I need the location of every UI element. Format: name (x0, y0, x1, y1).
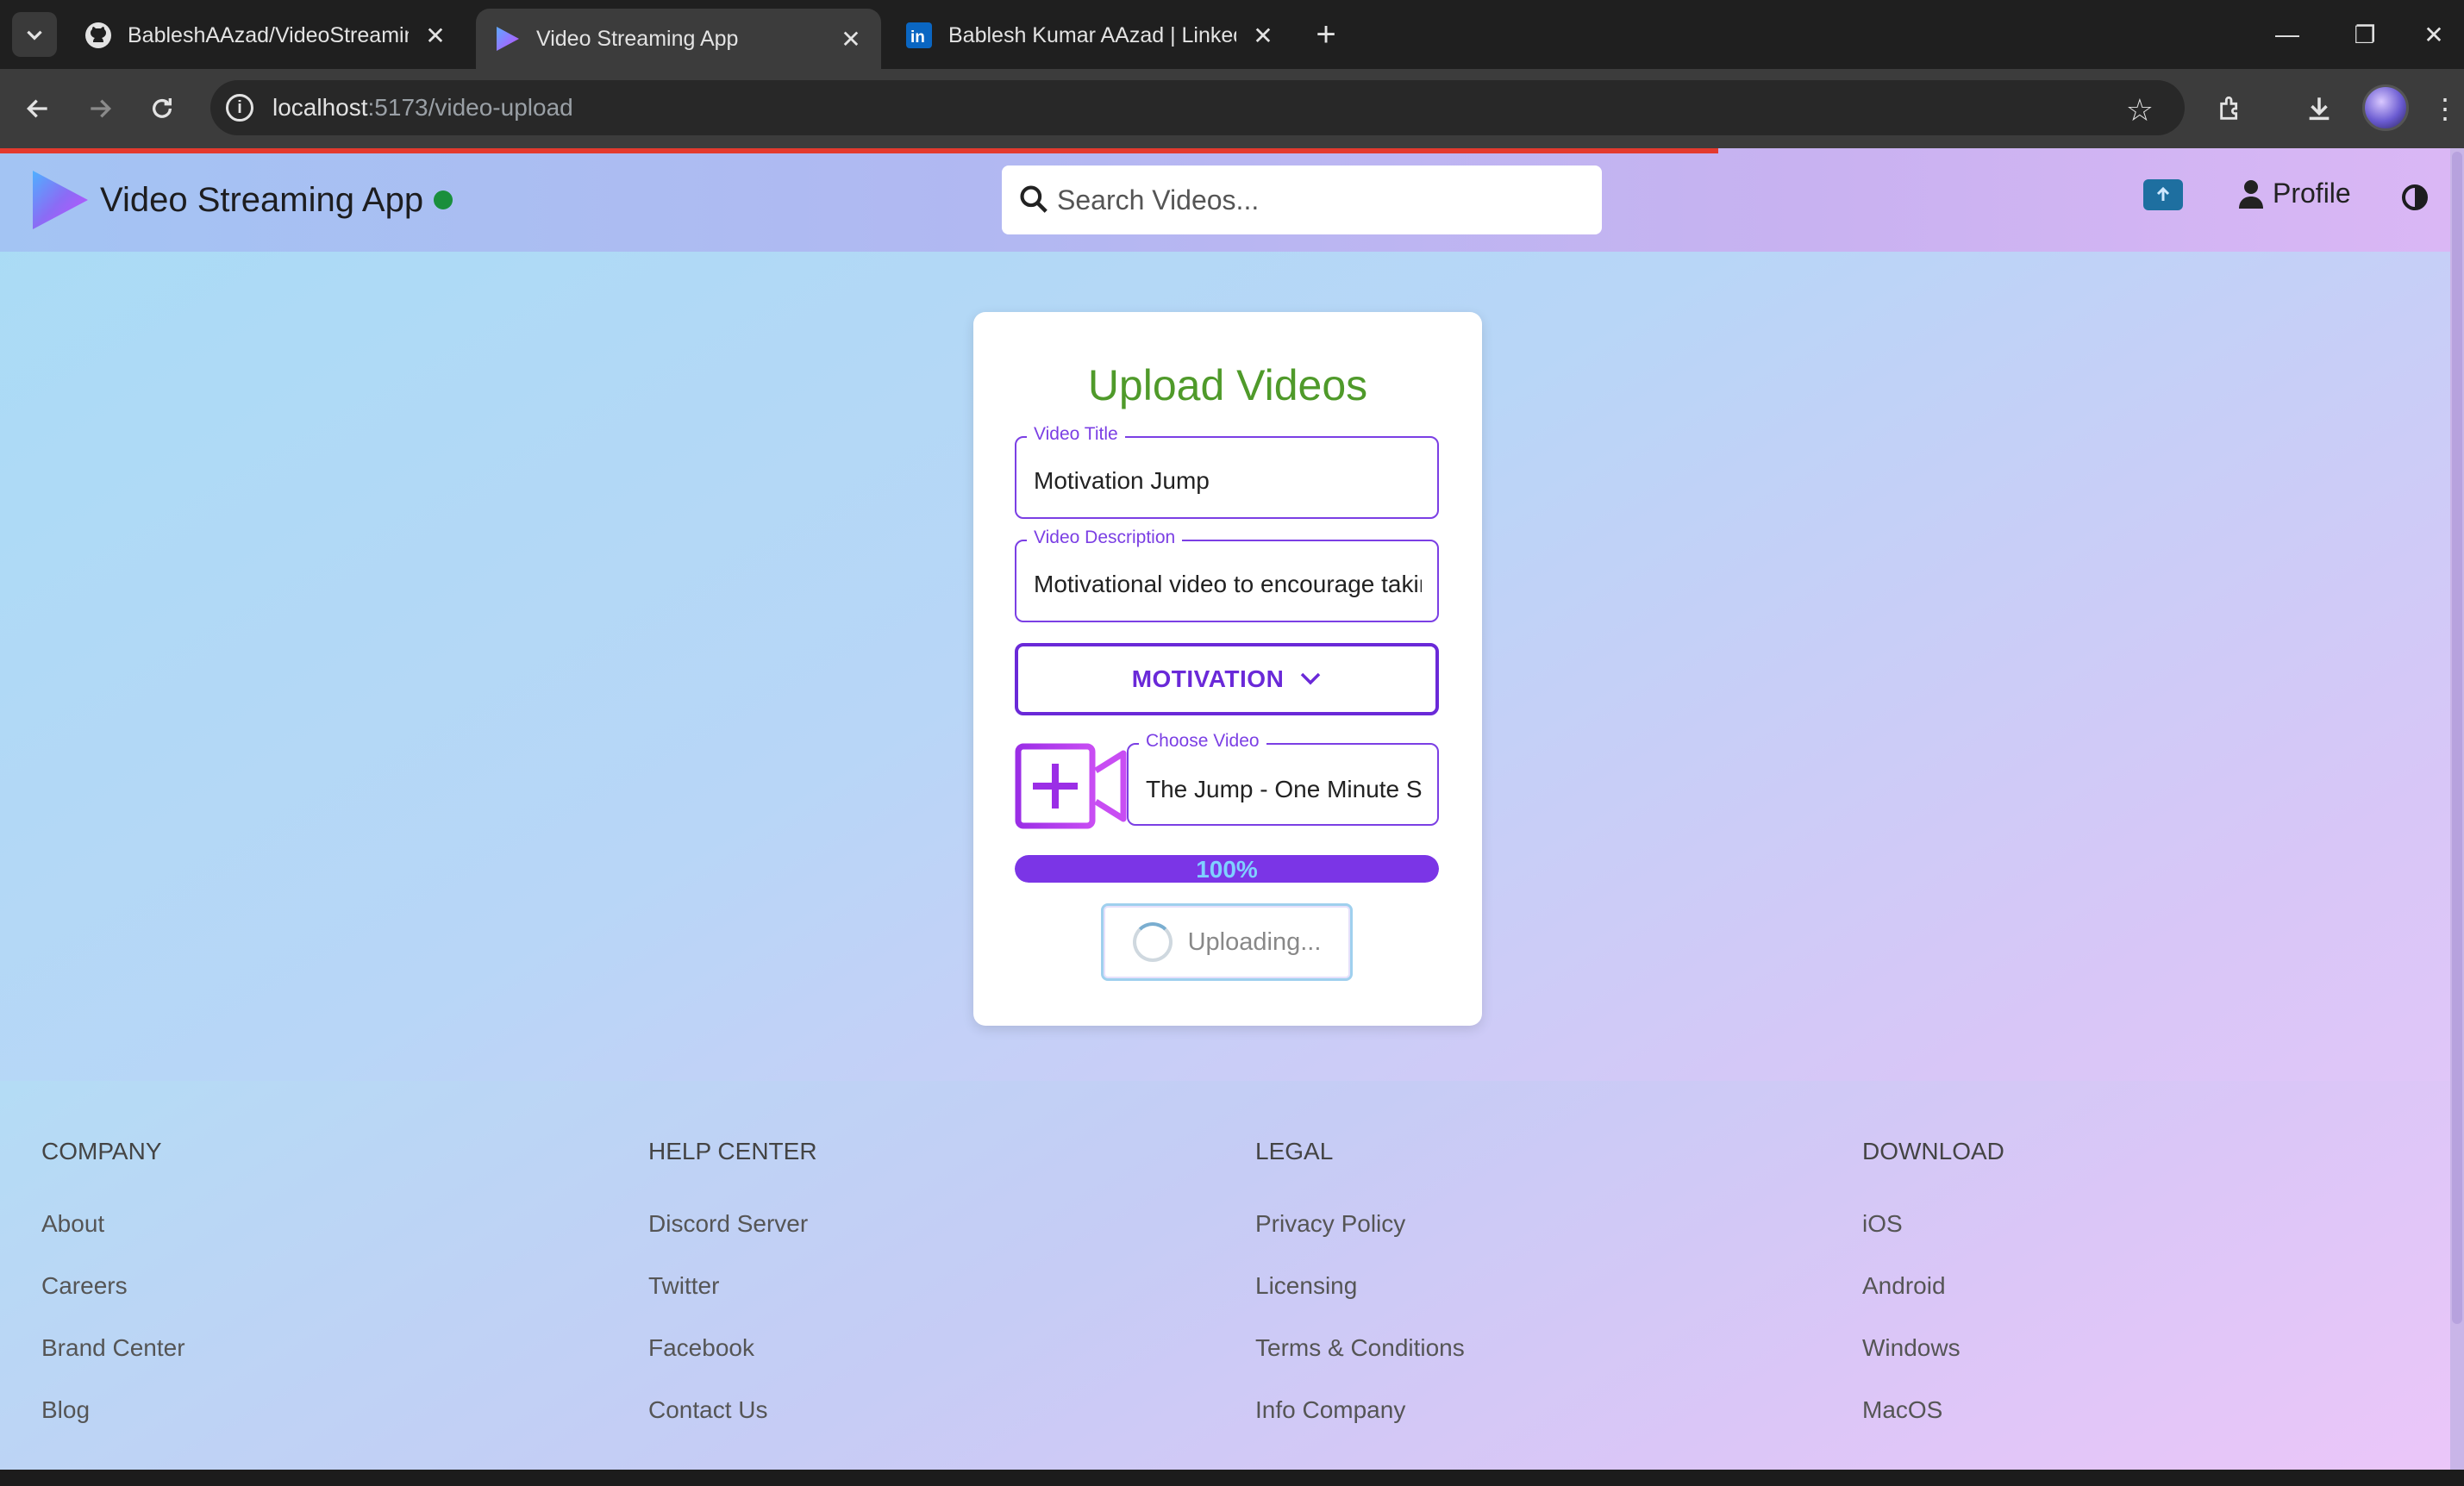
footer-heading: COMPANY (41, 1138, 162, 1164)
profile-avatar[interactable] (2362, 84, 2409, 131)
search-input[interactable]: Search Videos... (1002, 165, 1602, 234)
upload-button-label: Uploading... (1187, 927, 1322, 956)
new-tab-button[interactable]: + (1305, 14, 1347, 55)
browser-tabstrip: BableshAAzad/VideoStreaming ✕ Video Stre… (0, 0, 2464, 69)
choose-video-label: Choose Video (1139, 731, 1266, 752)
footer-heading: DOWNLOAD (1862, 1138, 2004, 1164)
page-viewport: Video Streaming App Search Videos... Pro… (0, 148, 2450, 1470)
github-icon (84, 22, 112, 49)
footer-link[interactable]: Android (1862, 1272, 1946, 1300)
menu-kebab-icon[interactable]: ⋮ (2424, 88, 2464, 129)
category-select[interactable]: MOTIVATION (1015, 643, 1439, 715)
upload-video-icon[interactable] (2143, 179, 2183, 210)
extensions-icon[interactable] (2211, 88, 2252, 129)
reload-button[interactable] (141, 88, 183, 129)
footer-link[interactable]: Careers (41, 1272, 128, 1300)
close-tab-icon[interactable]: ✕ (838, 25, 864, 53)
play-logo-icon (33, 171, 88, 229)
globe-icon (434, 190, 453, 209)
close-tab-icon[interactable]: ✕ (1250, 22, 1276, 50)
footer-link[interactable]: MacOS (1862, 1396, 1942, 1424)
url-path: :5173/video-upload (367, 94, 573, 121)
address-bar[interactable]: i localhost:5173/video-upload ☆ (210, 80, 2185, 135)
chevron-down-icon (1301, 672, 1321, 685)
taskbar (0, 1470, 2464, 1486)
category-value: MOTIVATION (1131, 665, 1285, 692)
bookmark-star-icon[interactable]: ☆ (2126, 92, 2154, 128)
tab-search-button[interactable] (12, 12, 57, 57)
site-info-icon[interactable]: i (226, 94, 253, 122)
tab-title: Video Streaming App (536, 26, 739, 51)
tab-github[interactable]: BableshAAzad/VideoStreaming ✕ (67, 9, 466, 62)
choose-video-field[interactable]: Choose Video The Jump - One Minute Short… (1127, 731, 1439, 826)
theme-toggle-icon[interactable] (2402, 184, 2428, 210)
footer-heading: LEGAL (1255, 1138, 1334, 1164)
video-description-field[interactable]: Video Description Motivational video to … (1015, 528, 1439, 622)
profile-link[interactable]: Profile (2238, 178, 2351, 209)
video-description-label: Video Description (1027, 528, 1183, 548)
svg-text:in: in (910, 28, 925, 47)
page-load-progress (0, 148, 1718, 153)
video-title-field[interactable]: Video Title Motivation Jump (1015, 424, 1439, 519)
site-footer: COMPANY About Careers Brand Center Blog … (0, 1081, 2450, 1470)
footer-link[interactable]: Info Company (1255, 1396, 1405, 1424)
linkedin-icon: in (905, 22, 933, 49)
brand-name: Video Streaming App (100, 180, 424, 219)
video-description-value: Motivational video to encourage taking t… (1034, 571, 1422, 597)
upload-button[interactable]: Uploading... (1101, 903, 1353, 981)
video-title-value: Motivation Jump (1034, 467, 1210, 494)
brand[interactable]: Video Streaming App (29, 169, 453, 231)
user-icon (2239, 179, 2263, 209)
chevron-down-icon (27, 30, 42, 41)
close-tab-icon[interactable]: ✕ (422, 22, 448, 50)
tab-title: Bablesh Kumar AAzad | LinkedIn (948, 22, 1236, 47)
download-icon[interactable] (2298, 88, 2340, 129)
footer-link[interactable]: About (41, 1210, 104, 1238)
forward-button[interactable] (79, 88, 121, 129)
minimize-button[interactable]: — (2248, 0, 2326, 69)
browser-toolbar: i localhost:5173/video-upload ☆ ⋮ (0, 69, 2464, 148)
upload-progress-bar: 100% (1015, 855, 1439, 883)
tab-title: BableshAAzad/VideoStreaming (128, 22, 409, 47)
upload-heading: Upload Videos (1087, 361, 1368, 409)
footer-link[interactable]: Facebook (648, 1334, 754, 1362)
footer-heading: HELP CENTER (648, 1138, 817, 1164)
upload-card: Upload Videos Video Title Motivation Jum… (973, 312, 1482, 1026)
close-window-button[interactable]: ✕ (2404, 0, 2464, 69)
arrow-right-icon (91, 99, 112, 118)
restore-button[interactable]: ❐ (2326, 0, 2404, 69)
url-host: localhost (272, 94, 368, 121)
chosen-file-name: The Jump - One Minute Short Film (1146, 776, 1423, 802)
search-icon (1020, 185, 1048, 213)
footer-link[interactable]: iOS (1862, 1210, 1903, 1238)
footer-link[interactable]: Contact Us (648, 1396, 768, 1424)
app-navbar: Video Streaming App Search Videos... Pro… (0, 148, 2450, 252)
footer-link[interactable]: Licensing (1255, 1272, 1357, 1300)
search-placeholder: Search Videos... (1057, 184, 1260, 215)
back-button[interactable] (17, 88, 59, 129)
reload-icon (153, 98, 172, 118)
profile-label: Profile (2273, 178, 2351, 209)
footer-link[interactable]: Windows (1862, 1334, 1961, 1362)
video-title-label: Video Title (1027, 424, 1125, 445)
tab-linkedin[interactable]: in Bablesh Kumar AAzad | LinkedIn ✕ (888, 9, 1293, 62)
footer-link[interactable]: Privacy Policy (1255, 1210, 1405, 1238)
add-video-icon[interactable] (1015, 743, 1127, 829)
play-logo-icon (493, 25, 521, 53)
spinner-icon (1132, 922, 1173, 962)
tab-video-streaming-app[interactable]: Video Streaming App ✕ (476, 9, 881, 69)
arrow-left-icon (26, 99, 47, 118)
upload-progress-text: 100% (1196, 856, 1258, 883)
footer-link[interactable]: Terms & Conditions (1255, 1334, 1465, 1362)
footer-link[interactable]: Twitter (648, 1272, 719, 1300)
footer-link[interactable]: Brand Center (41, 1334, 185, 1362)
page-scrollbar-thumb[interactable] (2452, 152, 2462, 1324)
footer-link[interactable]: Blog (41, 1396, 90, 1424)
footer-link[interactable]: Discord Server (648, 1210, 808, 1238)
